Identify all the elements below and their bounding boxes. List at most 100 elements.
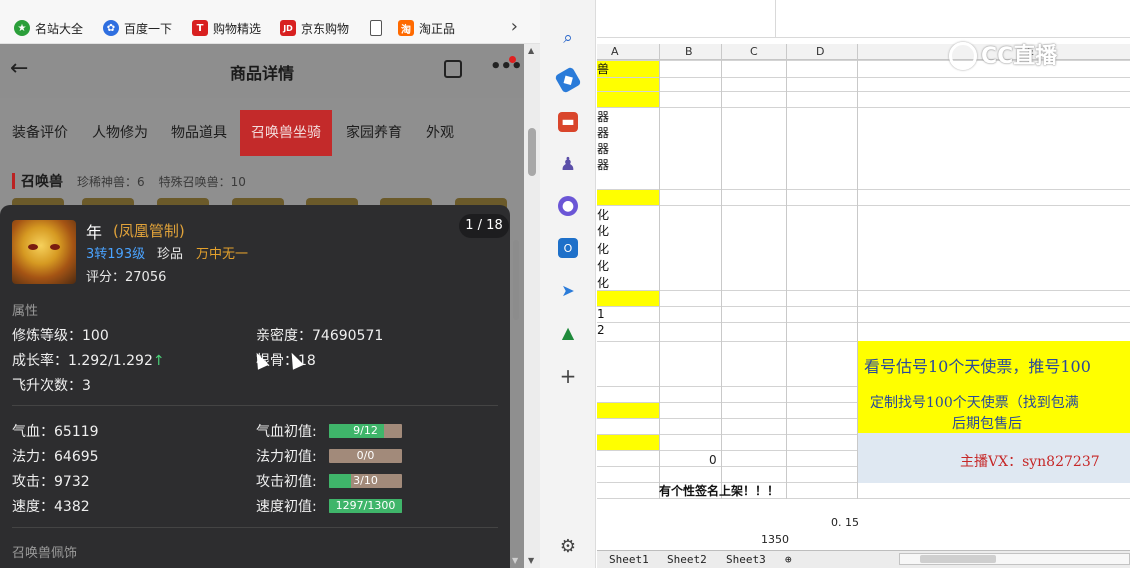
section-title: 召唤兽 <box>21 174 63 190</box>
promo-line-3: 后期包售后 <box>952 416 1022 432</box>
baidu-paw-icon: ✿ <box>103 20 119 36</box>
bookmark-label: 京东购物 <box>301 21 350 36</box>
cc-logo-icon <box>949 42 977 70</box>
mp-init-label: 法力初值: <box>256 449 317 465</box>
bookmark-shopping[interactable]: T 购物精选 <box>192 18 261 38</box>
share-icon[interactable] <box>444 60 462 78</box>
pet-avatar <box>12 220 76 284</box>
page-scrollbar-thumb[interactable] <box>528 128 536 176</box>
tab-pets-mounts[interactable]: 召唤兽坐骑 <box>240 110 332 156</box>
growth-value: 成长率：1.292/1.292 <box>12 353 153 369</box>
group-attributes: 属性 <box>12 304 39 319</box>
sheet-tab[interactable]: Sheet1 <box>609 553 649 567</box>
browser-sidebar: ⌕ ◆ ▬ ♟ ● O ➤ ▲ + ⚙ <box>540 0 596 568</box>
grid-line <box>597 189 1130 190</box>
bookmarks-bar: ★ 名站大全 ✿ 百度一下 T 购物精选 JD 京东购物 淘 淘正品 › <box>0 0 540 44</box>
t-shop-icon: T <box>192 20 208 36</box>
card-pager: 1 / 18 <box>459 214 509 238</box>
promo-banner: 看号估号10个天使票，推号100 定制找号100个天使票（找到包满 后期包售后 <box>858 341 1130 433</box>
yellow-cell[interactable] <box>597 402 659 418</box>
spd-init-bar: 1297/1300 <box>329 499 402 513</box>
card-scroll-down-icon[interactable]: ▼ <box>512 556 518 565</box>
bookmark-baidu[interactable]: ✿ 百度一下 <box>103 18 172 38</box>
pet-section-header: 召唤兽 珍稀神兽：6 特殊召唤兽：10 <box>12 170 260 192</box>
group-accessory: 召唤兽佩饰 <box>12 546 78 561</box>
section-marker <box>12 173 15 189</box>
atk-init-bar: 3/10 <box>329 474 402 488</box>
grid-line <box>721 44 722 499</box>
special-count: 特殊召唤兽：10 <box>158 174 246 189</box>
horizontal-scrollbar[interactable] <box>899 553 1130 565</box>
star-globe-icon: ★ <box>14 20 30 36</box>
hp-init-bar: 9/12 <box>329 424 402 438</box>
formula-bar <box>597 0 1130 38</box>
copilot-icon[interactable]: ● <box>558 196 578 216</box>
column-header[interactable]: D <box>816 45 824 58</box>
pet-rarity: 珍品 <box>157 247 184 262</box>
grid-line <box>786 44 787 499</box>
cell-a-text: 化 <box>597 224 610 238</box>
tab-appearance[interactable]: 外观 <box>426 110 454 156</box>
page-scrollbar-track[interactable] <box>524 44 540 568</box>
screen: ★ 名站大全 ✿ 百度一下 T 购物精选 JD 京东购物 淘 淘正品 › ← 商… <box>0 0 1130 568</box>
sheet-tab[interactable]: Sheet3 <box>726 553 766 567</box>
tab-items[interactable]: 物品道具 <box>171 110 227 156</box>
tab-home[interactable]: 家园养育 <box>346 110 402 156</box>
grid-line <box>597 290 1130 291</box>
yellow-cell[interactable] <box>597 91 659 107</box>
tab-character[interactable]: 人物修为 <box>92 110 148 156</box>
avatar-eye <box>28 244 38 250</box>
yellow-cell[interactable] <box>597 434 659 450</box>
page-header: ← 商品详情 ••• <box>0 44 524 98</box>
outlook-icon[interactable]: O <box>558 238 578 258</box>
scroll-down-icon[interactable]: ▼ <box>528 556 534 565</box>
yellow-cell[interactable] <box>597 290 659 306</box>
tab-equipment[interactable]: 装备评价 <box>12 110 68 156</box>
category-tabs: 装备评价 人物修为 物品道具 召唤兽坐骑 家园养育 外观 <box>0 110 524 158</box>
more-menu-icon[interactable]: ••• <box>490 56 523 77</box>
bookmark-mingzhan[interactable]: ★ 名站大全 <box>14 18 83 38</box>
search-icon[interactable]: ⌕ <box>558 28 578 48</box>
plus-icon[interactable]: + <box>558 364 578 388</box>
bookmark-doc[interactable] <box>370 18 387 38</box>
cell-a-text: 器 <box>597 158 610 172</box>
taobao-icon: 淘 <box>398 20 414 36</box>
column-header[interactable]: B <box>685 45 693 58</box>
toolbox-icon[interactable]: ▬ <box>558 112 578 132</box>
pet-score: 评分：27056 <box>86 270 167 285</box>
stat-cultivation: 修炼等级：100 <box>12 328 109 344</box>
sheet-tab[interactable]: Sheet2 <box>667 553 707 567</box>
stat-attack: 攻击：9732 <box>12 474 90 490</box>
contact-text: 主播VX：syn827237 <box>960 454 1100 470</box>
yellow-cell[interactable] <box>597 77 659 91</box>
bookmark-label: 淘正品 <box>419 21 456 36</box>
bookmarks-more-icon[interactable]: › <box>511 16 518 37</box>
horizontal-scrollbar-thumb[interactable] <box>920 555 996 563</box>
tag-icon[interactable]: ◆ <box>554 66 582 94</box>
gear-icon[interactable]: ⚙ <box>558 536 578 557</box>
yellow-cell[interactable] <box>597 189 659 205</box>
spd-init-label: 速度初值: <box>256 499 317 515</box>
tree-icon[interactable]: ▲ <box>558 322 578 342</box>
small-value: 0. 15 <box>831 516 859 529</box>
cell-a-text: 2 <box>597 323 605 337</box>
cell-a-text: 化 <box>597 259 610 273</box>
grid-line <box>659 44 660 499</box>
new-sheet-icon[interactable]: ⊕ <box>785 553 792 567</box>
card-scrollbar[interactable] <box>513 240 519 320</box>
grid-line <box>597 205 1130 206</box>
bookmark-taobao[interactable]: 淘 淘正品 <box>398 18 455 38</box>
cell-a-text: 1 <box>597 307 605 321</box>
bookmark-jd[interactable]: JD 京东购物 <box>280 18 349 38</box>
scroll-up-icon[interactable]: ▲ <box>528 46 534 55</box>
bar-text: 3/10 <box>353 474 378 487</box>
send-icon[interactable]: ➤ <box>558 280 578 300</box>
stat-hp: 气血：65119 <box>12 424 99 440</box>
grid-line <box>597 306 1130 307</box>
avatar-eye <box>50 244 60 250</box>
column-header[interactable]: A <box>611 45 619 58</box>
cell-a-text: 化 <box>597 276 610 290</box>
stat-intimacy: 亲密度：74690571 <box>256 328 384 344</box>
column-header[interactable]: C <box>750 45 758 58</box>
chess-icon[interactable]: ♟ <box>558 154 578 175</box>
